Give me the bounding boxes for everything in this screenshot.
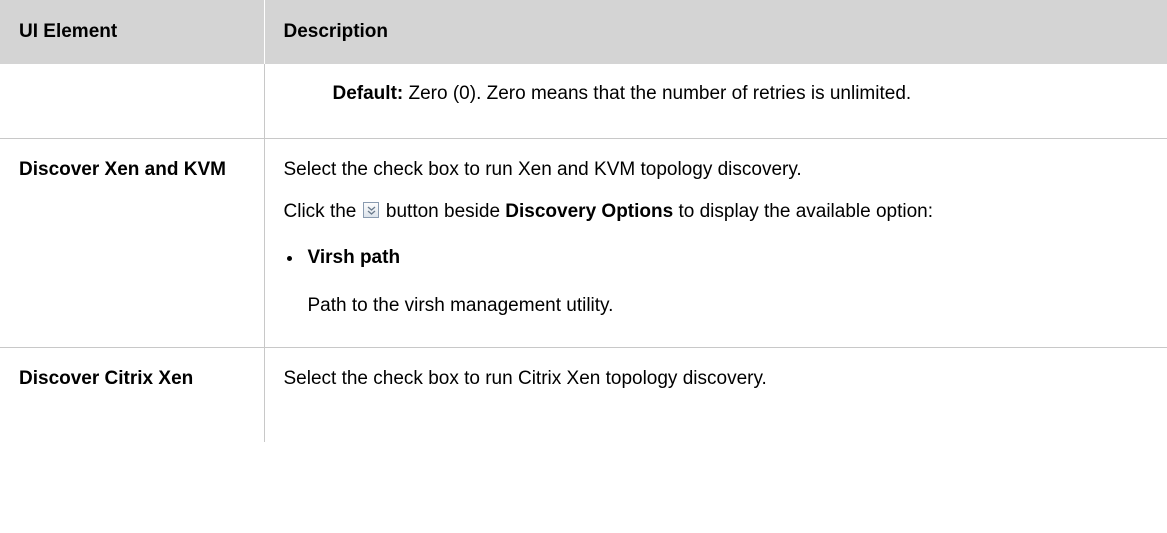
options-list: Virsh path Path to the virsh management … <box>284 241 1160 323</box>
list-item: Virsh path Path to the virsh management … <box>284 241 1160 323</box>
row-description: Select the check box to run Xen and KVM … <box>264 138 1167 348</box>
table-row: Discover Citrix Xen Select the check box… <box>0 347 1167 443</box>
default-text: Zero (0). Zero means that the number of … <box>403 83 912 104</box>
row-label-empty <box>0 64 265 139</box>
option-title: Virsh path <box>307 247 401 268</box>
default-label: Default: <box>332 83 404 104</box>
ui-element-table: UI Element Description Default: Zero (0)… <box>0 0 1167 442</box>
click-suffix: to display the available option: <box>673 201 934 222</box>
click-instruction: Click the button beside Discovery Option… <box>284 195 1160 229</box>
discovery-options-label: Discovery Options <box>505 201 674 222</box>
expand-chevron-icon <box>362 202 379 218</box>
bullet-icon <box>286 256 292 261</box>
click-mid: button beside <box>380 201 506 222</box>
row-label-discover-citrix-xen: Discover Citrix Xen <box>0 347 265 442</box>
table-row: Discover Xen and KVM Select the check bo… <box>0 138 1167 348</box>
default-note: Default: Zero (0). Zero means that the n… <box>333 77 1160 111</box>
description-line: Select the check box to run Citrix Xen t… <box>283 368 767 389</box>
row-label-discover-xen-kvm: Discover Xen and KVM <box>0 138 265 348</box>
table-header-row: UI Element Description <box>0 0 1167 64</box>
click-prefix: Click the <box>283 201 362 222</box>
option-description: Path to the virsh management utility. <box>307 295 614 316</box>
header-description: Description <box>264 0 1167 64</box>
row-description: Default: Zero (0). Zero means that the n… <box>264 64 1167 139</box>
header-ui-element: UI Element <box>0 0 265 64</box>
description-line: Select the check box to run Xen and KVM … <box>283 159 802 180</box>
row-description: Select the check box to run Citrix Xen t… <box>264 348 1167 443</box>
table-row: Default: Zero (0). Zero means that the n… <box>0 64 1167 139</box>
